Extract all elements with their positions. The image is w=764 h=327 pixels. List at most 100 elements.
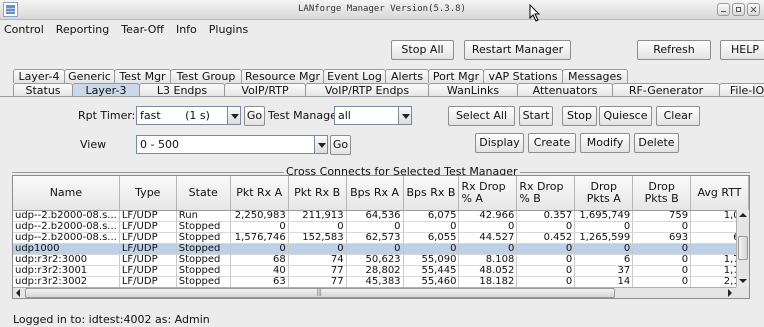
help-button[interactable]: HELP <box>720 40 764 60</box>
table-row-selected[interactable]: udp1000 LF/UDP Stopped 0 0 0 0 0 0 0 0 <box>13 243 749 255</box>
display-button[interactable]: Display <box>475 133 524 153</box>
table-row[interactable]: udp--2.b2000-08.s... LF/UDP Stopped 1,57… <box>13 232 749 244</box>
column-header-name[interactable]: Name <box>13 176 120 211</box>
tab-status[interactable]: Status <box>13 83 73 97</box>
cell-value: 37 <box>574 265 634 277</box>
delete-button[interactable]: Delete <box>634 133 679 153</box>
column-header-rx-drop-b[interactable]: Rx Drop % B <box>516 176 576 211</box>
cell-value: 18.182 <box>458 276 518 288</box>
tab-layer-4[interactable]: Layer-4 <box>13 69 65 83</box>
cell-state: Run <box>176 210 231 222</box>
horizontal-scrollbar[interactable] <box>13 287 736 298</box>
quiesce-button[interactable]: Quiesce <box>599 106 652 126</box>
table-row[interactable]: udp:r3r2:3002 LF/UDP Stopped 63 77 45,38… <box>13 276 749 288</box>
close-icon[interactable] <box>747 3 760 16</box>
tab-port-mgr[interactable]: Port Mgr <box>428 69 484 83</box>
cell-value: 1,576,746 <box>230 232 289 244</box>
table-row[interactable]: udp--2.b2000-08.s... LF/UDP Stopped 0 0 … <box>13 221 749 233</box>
cell-value: 50,623 <box>346 254 404 266</box>
cell-state: Stopped <box>176 232 231 244</box>
maximize-icon[interactable] <box>732 3 745 16</box>
view-select[interactable]: 0 - 500 <box>136 135 315 154</box>
scroll-down-icon[interactable] <box>737 276 749 287</box>
tab-layer-3[interactable]: Layer-3 <box>72 83 140 97</box>
cell-value: 40 <box>230 265 289 277</box>
minimize-icon[interactable] <box>717 3 730 16</box>
cell-value: 0 <box>230 243 289 255</box>
cell-value: 45,383 <box>346 276 404 288</box>
select-all-button[interactable]: Select All <box>448 106 515 126</box>
column-header-bps-rx-a[interactable]: Bps Rx A <box>346 176 404 211</box>
cell-type: LF/UDP <box>119 254 177 266</box>
tab-voip-rtp-endps[interactable]: VoIP/RTP Endps <box>305 83 429 97</box>
cell-type: LF/UDP <box>119 210 177 222</box>
stop-button[interactable]: Stop <box>562 106 597 126</box>
test-manager-select[interactable]: all <box>334 106 399 125</box>
cell-value: 0 <box>516 221 576 233</box>
tab-generic[interactable]: Generic <box>64 69 115 83</box>
scroll-right-icon[interactable] <box>725 288 736 298</box>
column-header-drop-pkts-a[interactable]: Drop Pkts A <box>574 176 634 211</box>
column-header-bps-rx-b[interactable]: Bps Rx B <box>403 176 460 211</box>
create-button[interactable]: Create <box>528 133 576 153</box>
cell-state: Stopped <box>176 265 231 277</box>
column-header-type[interactable]: Type <box>119 176 177 211</box>
tab-event-log[interactable]: Event Log <box>323 69 386 83</box>
view-dropdown-icon[interactable] <box>315 135 328 154</box>
table-row[interactable]: udp--2.b2000-08.s... LF/UDP Run 2,250,98… <box>13 210 749 222</box>
menu-plugins[interactable]: Plugins <box>203 21 254 38</box>
vertical-scroll-thumb[interactable] <box>738 236 748 260</box>
tab-wanlinks[interactable]: WanLinks <box>428 83 518 97</box>
tab-voip-rtp[interactable]: VoIP/RTP <box>224 83 306 97</box>
tab-rf-generator[interactable]: RF-Generator <box>612 83 720 97</box>
cell-value: 693 <box>632 232 692 244</box>
scroll-left-icon[interactable] <box>13 288 24 298</box>
menu-reporting[interactable]: Reporting <box>50 21 115 38</box>
modify-button[interactable]: Modify <box>580 133 630 153</box>
restart-manager-button[interactable]: Restart Manager <box>464 40 571 60</box>
rpt-timer-go-button[interactable]: Go <box>244 106 265 126</box>
cell-value: 152,583 <box>288 232 347 244</box>
column-header-drop-pkts-b[interactable]: Drop Pkts B <box>632 176 692 211</box>
table-row[interactable]: udp:r3r2:3000 LF/UDP Stopped 68 74 50,62… <box>13 254 749 266</box>
cell-value: 0 <box>403 221 460 233</box>
tab-attenuators[interactable]: Attenuators <box>517 83 613 97</box>
tab-test-group[interactable]: Test Group <box>170 69 242 83</box>
menu-info[interactable]: Info <box>170 21 203 38</box>
rpt-timer-select[interactable]: fast (1 s) <box>136 106 228 125</box>
table-row[interactable]: udp:r3r2:3001 LF/UDP Stopped 40 77 28,80… <box>13 265 749 277</box>
column-header-avg-rtt[interactable]: Avg RTT <box>690 176 749 211</box>
scroll-up-icon[interactable] <box>737 210 749 221</box>
tab-resource-mgr[interactable]: Resource Mgr <box>241 69 324 83</box>
cell-value: 0 <box>516 243 576 255</box>
test-manager-dropdown-icon[interactable] <box>399 106 412 125</box>
view-label: View <box>80 138 107 151</box>
tab-l3-endps[interactable]: L3 Endps <box>139 83 225 97</box>
cell-value: 0 <box>403 243 460 255</box>
clear-button[interactable]: Clear <box>656 106 700 126</box>
menu-tear-off[interactable]: Tear-Off <box>115 21 170 38</box>
tab-vap-stations[interactable]: vAP Stations <box>483 69 563 83</box>
menu-control[interactable]: Control <box>0 21 50 38</box>
tab-messages[interactable]: Messages <box>562 69 628 83</box>
tab-file-io[interactable]: File-IO <box>719 83 764 97</box>
stop-all-button[interactable]: Stop All <box>391 40 454 60</box>
tab-test-mgr[interactable]: Test Mgr <box>114 69 171 83</box>
cell-value: 0 <box>458 243 518 255</box>
view-go-button[interactable]: Go <box>330 135 351 155</box>
column-header-state[interactable]: State <box>176 176 231 211</box>
cell-name: udp:r3r2:3002 <box>13 276 120 288</box>
cell-state: Stopped <box>176 243 231 255</box>
cell-name: udp--2.b2000-08.s... <box>13 210 120 222</box>
vertical-scrollbar[interactable] <box>736 210 749 287</box>
column-header-pkt-rx-a[interactable]: Pkt Rx A <box>230 176 289 211</box>
rpt-timer-dropdown-icon[interactable] <box>228 106 241 125</box>
cell-type: LF/UDP <box>119 232 177 244</box>
horizontal-scroll-thumb[interactable] <box>25 287 615 298</box>
tab-alerts[interactable]: Alerts <box>385 69 429 83</box>
refresh-button[interactable]: Refresh <box>637 40 711 60</box>
column-header-rx-drop-a[interactable]: Rx Drop % A <box>458 176 518 211</box>
start-button[interactable]: Start <box>519 106 553 126</box>
cell-value: 0 <box>574 221 634 233</box>
column-header-pkt-rx-b[interactable]: Pkt Rx B <box>288 176 347 211</box>
